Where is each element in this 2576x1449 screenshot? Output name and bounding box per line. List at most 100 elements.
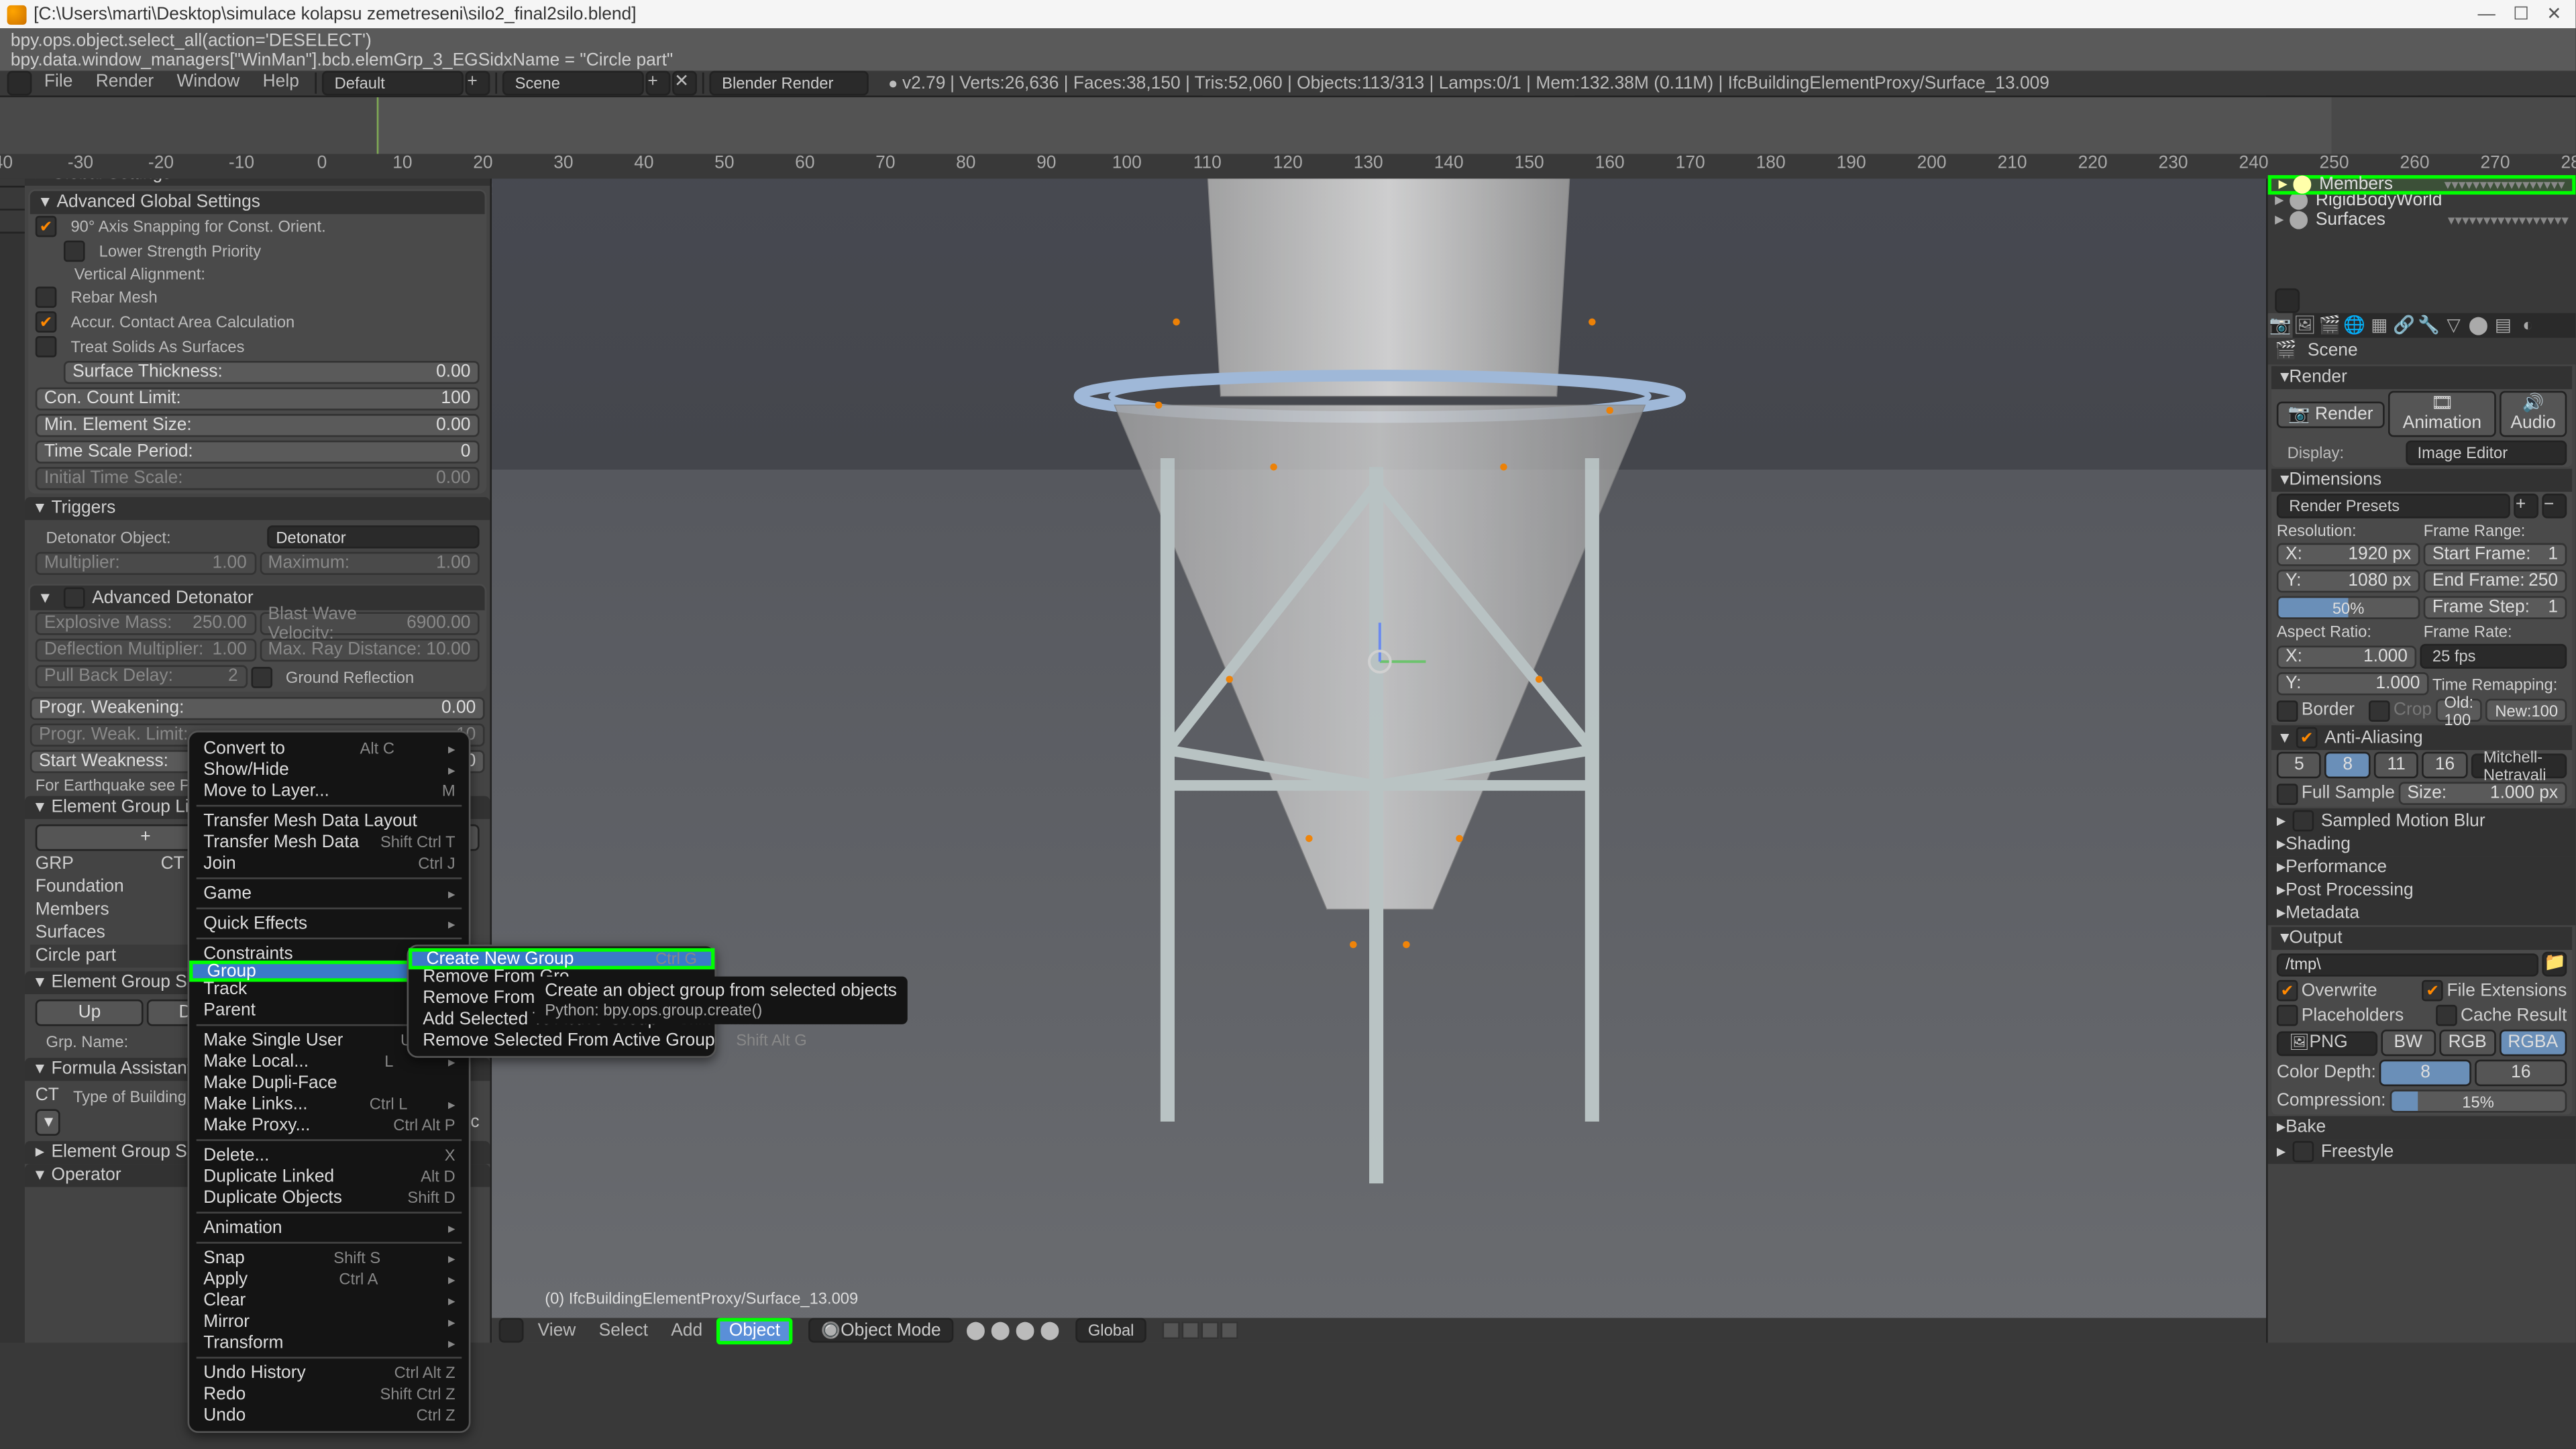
menu-game[interactable]: Game▸	[189, 883, 470, 904]
tab-physics[interactable]	[0, 188, 25, 211]
editor-type-3dview-icon[interactable]	[499, 1318, 524, 1343]
frame-step-field[interactable]: Frame Step:1	[2424, 596, 2567, 619]
render-presets-dropdown[interactable]: Render Presets	[2277, 494, 2510, 519]
tab-physics[interactable]: ◐	[2516, 313, 2540, 338]
start-frame-field[interactable]: Start Frame:1	[2424, 543, 2567, 566]
surface-thickness-field[interactable]: Surface Thickness:0.00	[64, 361, 480, 384]
rebar-check[interactable]	[36, 286, 57, 308]
render-section-header[interactable]: ▾Render	[2271, 366, 2572, 389]
triggers-header[interactable]: ▾Triggers	[25, 497, 490, 520]
multiplier-field[interactable]: Multiplier:1.00	[36, 552, 256, 575]
menu-apply[interactable]: ApplyCtrl A▸	[189, 1269, 470, 1290]
menu-make-proxy[interactable]: Make Proxy...Ctrl Alt P	[189, 1114, 470, 1136]
menu-render[interactable]: Render	[85, 70, 164, 95]
freestyle-header[interactable]: ▸Freestyle	[2268, 1139, 2576, 1164]
maximum-field[interactable]: Maximum:1.00	[259, 552, 479, 575]
submenu-create-new-group-highlighted[interactable]: Create New GroupCtrl G	[409, 948, 714, 969]
perf-header[interactable]: ▸Performance	[2268, 856, 2576, 879]
menu-join[interactable]: JoinCtrl J	[189, 853, 470, 874]
metadata-header[interactable]: ▸Metadata	[2268, 902, 2576, 925]
menu-file[interactable]: File	[34, 70, 83, 95]
menu-animation[interactable]: Animation▸	[189, 1217, 470, 1238]
menu-duplicate-objects[interactable]: Duplicate ObjectsShift D	[189, 1187, 470, 1208]
menu-clear[interactable]: Clear▸	[189, 1289, 470, 1311]
menu-window[interactable]: Window	[166, 70, 250, 95]
add-menu[interactable]: Add	[662, 1321, 711, 1340]
menu-make-links[interactable]: Make Links...Ctrl L▸	[189, 1093, 470, 1115]
axis-snap-check[interactable]: ✔	[36, 216, 57, 237]
tab-object[interactable]: ▦	[2367, 313, 2392, 338]
menu-transfer-mesh-layout[interactable]: Transfer Mesh Data Layout	[189, 810, 470, 832]
minimize-button[interactable]: —	[2477, 5, 2495, 24]
submenu-remove-from-active[interactable]: Remove Selected From Active GroupShift A…	[409, 1030, 714, 1051]
res-y-field[interactable]: Y:1080 px	[2277, 570, 2420, 592]
close-button[interactable]: ✕	[2546, 5, 2561, 24]
format-dropdown[interactable]: 🖼 PNG	[2277, 1030, 2377, 1055]
menu-quick-effects[interactable]: Quick Effects▸	[189, 913, 470, 934]
dimensions-header[interactable]: ▾Dimensions	[2271, 469, 2572, 492]
menu-show-hide[interactable]: Show/Hide▸	[189, 759, 470, 780]
menu-undo[interactable]: UndoCtrl Z	[189, 1405, 470, 1426]
res-pct-field[interactable]: 50%	[2277, 596, 2420, 619]
bake-header[interactable]: ▸Bake	[2268, 1116, 2576, 1139]
3d-viewport[interactable]: User Persp (0) IfcBuildingElementProxy/S…	[492, 95, 2266, 1342]
detonator-field[interactable]	[267, 525, 479, 548]
adv-detonator-header[interactable]: ▾Advanced Detonator	[30, 586, 485, 610]
object-menu[interactable]: Object	[716, 1317, 792, 1344]
menu-transform[interactable]: Transform▸	[189, 1332, 470, 1354]
con-count-field[interactable]: Con. Count Limit:100	[36, 388, 480, 411]
output-header[interactable]: ▾Output	[2271, 927, 2572, 950]
tab-world[interactable]: 🌐	[2342, 313, 2367, 338]
engine-dropdown[interactable]: Blender Render	[710, 70, 869, 95]
accur-check[interactable]: ✔	[36, 311, 57, 333]
tab-data[interactable]: ▽	[2441, 313, 2466, 338]
mode-dropdown[interactable]: 🔘 Object Mode	[808, 1318, 953, 1343]
aa-filter-dropdown[interactable]: Mitchell-Netravali	[2471, 753, 2567, 777]
display-dropdown[interactable]: Image Editor	[2405, 441, 2567, 466]
postproc-header[interactable]: ▸Post Processing	[2268, 879, 2576, 902]
min-elem-field[interactable]: Min. Element Size:0.00	[36, 414, 480, 437]
menu-duplicate-linked[interactable]: Duplicate LinkedAlt D	[189, 1166, 470, 1187]
tab-render-layers[interactable]: 🖼	[2293, 313, 2318, 338]
select-menu[interactable]: Select	[590, 1321, 657, 1340]
timeline-track[interactable]	[0, 97, 2575, 154]
editor-type-icon[interactable]	[7, 70, 32, 95]
tab-material[interactable]: ⬤	[2466, 313, 2491, 338]
fps-dropdown[interactable]: 25 fps	[2420, 644, 2567, 669]
res-x-field[interactable]: X:1920 px	[2277, 543, 2420, 566]
tab-grease-pencil[interactable]	[0, 211, 25, 233]
tab-texture[interactable]: ▤	[2491, 313, 2516, 338]
menu-redo[interactable]: RedoShift Ctrl Z	[189, 1383, 470, 1405]
maximize-button[interactable]: ☐	[2513, 5, 2529, 24]
tab-render[interactable]: 📷	[2268, 313, 2293, 338]
aa-header[interactable]: ▾✔Anti-Aliasing	[2271, 725, 2572, 750]
view-menu[interactable]: View	[529, 1321, 584, 1340]
smb-header[interactable]: ▸Sampled Motion Blur	[2268, 808, 2576, 833]
menu-help[interactable]: Help	[252, 70, 310, 95]
adv-global-settings-header[interactable]: ▾Advanced Global Settings	[30, 191, 485, 214]
compression-field[interactable]: 15%	[2390, 1089, 2567, 1112]
add-scene-button[interactable]: +	[646, 70, 671, 95]
folder-icon-button[interactable]: 📁	[2542, 952, 2567, 977]
scene-dropdown[interactable]: Scene	[502, 70, 644, 95]
orientation-dropdown[interactable]: Global	[1075, 1318, 1146, 1343]
shading-header[interactable]: ▸Shading	[2268, 833, 2576, 856]
init-time-field[interactable]: Initial Time Scale:0.00	[36, 467, 480, 490]
tab-scene[interactable]: 🎬	[2317, 313, 2342, 338]
add-layout-button[interactable]: +	[466, 70, 490, 95]
output-path-field[interactable]	[2277, 953, 2538, 975]
menu-transfer-mesh-data[interactable]: Transfer Mesh DataShift Ctrl T	[189, 831, 470, 853]
delete-scene-button[interactable]: ✕	[672, 70, 697, 95]
layout-dropdown[interactable]: Default	[322, 70, 464, 95]
animation-button[interactable]: 🎞 Animation	[2388, 391, 2496, 437]
tab-constraints[interactable]: 🔗	[2392, 313, 2416, 338]
lower-strength-check[interactable]	[64, 241, 85, 262]
menu-convert-to[interactable]: Convert toAlt C▸	[189, 738, 470, 759]
audio-button[interactable]: 🔊 Audio	[2500, 391, 2567, 437]
end-frame-field[interactable]: End Frame:250	[2424, 570, 2567, 592]
menu-delete[interactable]: Delete...X	[189, 1144, 470, 1166]
treat-solids-check[interactable]	[36, 336, 57, 358]
time-scale-field[interactable]: Time Scale Period:0	[36, 441, 480, 464]
menu-move-to-layer[interactable]: Move to Layer...M	[189, 780, 470, 802]
render-button[interactable]: 📷 Render	[2277, 400, 2385, 427]
